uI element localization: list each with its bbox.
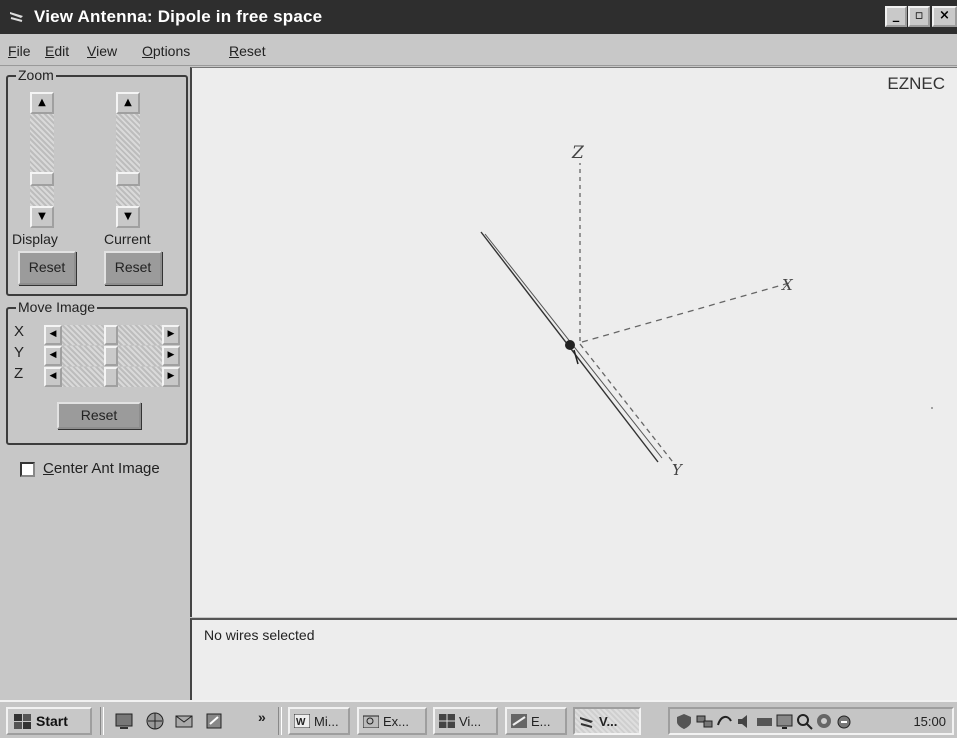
move-x-left-icon[interactable]: ◀	[44, 325, 62, 345]
browser-icon[interactable]	[145, 711, 165, 731]
antenna-plot: Z X Y	[480, 143, 933, 479]
move-y-label: Y	[14, 344, 25, 361]
move-x-thumb[interactable]	[104, 325, 118, 345]
title-bar[interactable]: View Antenna: Dipole in free space _ ▫ ×	[0, 0, 957, 34]
task-button-explorer[interactable]: Ex...	[357, 707, 427, 735]
antivirus-icon[interactable]	[836, 713, 853, 730]
current-zoom-label: Current	[104, 231, 151, 247]
move-x-right-icon[interactable]: ▶	[162, 325, 180, 345]
control-panel: Zoom ▲ ▼ ▲ ▼ Display Current Reset Reset…	[0, 67, 190, 700]
antenna-view-canvas[interactable]: EZNEC Z X Y	[190, 67, 957, 617]
x-axis-line	[581, 282, 790, 343]
taskbar-separator	[100, 707, 104, 735]
task-label: E...	[531, 714, 551, 729]
desktop-icon[interactable]	[114, 711, 134, 731]
channel-icon[interactable]	[204, 711, 224, 731]
status-pane: No wires selected	[190, 618, 957, 700]
center-ant-image-label: Center Ant Image	[43, 460, 160, 477]
current-zoom-reset-button[interactable]: Reset	[104, 251, 162, 285]
move-z-right-icon[interactable]: ▶	[162, 367, 180, 387]
messenger-icon[interactable]	[816, 713, 833, 730]
feed-source-marker	[565, 340, 575, 350]
task-label: Mi...	[314, 714, 339, 729]
system-tray: 15:00	[668, 707, 954, 735]
display-zoom-up-icon[interactable]: ▲	[30, 92, 54, 114]
maximize-button[interactable]: ▫	[908, 6, 930, 27]
network-icon[interactable]	[696, 713, 713, 730]
y-axis-line	[579, 343, 677, 467]
display-zoom-down-icon[interactable]: ▼	[30, 206, 54, 228]
center-ant-image-checkbox[interactable]	[20, 462, 35, 477]
move-y-left-icon[interactable]: ◀	[44, 346, 62, 366]
window-title: View Antenna: Dipole in free space	[34, 7, 323, 26]
move-x-scrollbar[interactable]: ◀ ▶	[44, 325, 180, 345]
task-button-word[interactable]: W Mi...	[288, 707, 350, 735]
canvas-dot	[931, 407, 933, 409]
start-button[interactable]: Start	[6, 707, 92, 735]
task-button-view-antenna[interactable]: V...	[573, 707, 641, 735]
start-label: Start	[36, 713, 68, 729]
current-zoom-scrollbar[interactable]: ▲ ▼	[116, 92, 140, 228]
display-zoom-scrollbar[interactable]: ▲ ▼	[30, 92, 54, 228]
minimize-button[interactable]: _	[885, 6, 907, 27]
menu-options[interactable]: Options	[142, 43, 190, 59]
move-y-scrollbar[interactable]: ◀ ▶	[44, 346, 180, 366]
windows-logo-icon	[14, 714, 31, 729]
current-zoom-thumb[interactable]	[116, 172, 140, 186]
menu-view[interactable]: View	[87, 43, 117, 59]
word-doc-icon: W	[294, 714, 310, 728]
display-zoom-reset-button[interactable]: Reset	[18, 251, 76, 285]
taskbar-separator	[278, 707, 282, 735]
menu-file[interactable]: File	[8, 43, 31, 59]
scheduler-icon[interactable]	[716, 713, 733, 730]
svg-text:W: W	[296, 717, 306, 728]
task-label: V...	[599, 714, 618, 729]
menu-reset[interactable]: Reset	[229, 43, 266, 59]
antenna-app-icon	[10, 12, 23, 22]
antenna-view-window: View Antenna: Dipole in free space _ ▫ ×…	[0, 0, 957, 700]
taskbar-clock: 15:00	[913, 714, 946, 729]
explorer-icon	[363, 715, 379, 728]
display-zoom-label: Display	[12, 231, 58, 247]
status-text: No wires selected	[204, 627, 315, 643]
display-zoom-thumb[interactable]	[30, 172, 54, 186]
taskbar: Start » W Mi... Ex... Vi... E... V... 15…	[0, 700, 957, 738]
y-axis-label: Y	[672, 461, 684, 479]
magnifier-icon[interactable]	[796, 713, 813, 730]
move-z-label: Z	[14, 365, 24, 382]
move-image-legend: Move Image	[16, 299, 98, 315]
zoom-legend: Zoom	[16, 67, 56, 83]
task-label: Vi...	[459, 714, 482, 729]
modem-icon[interactable]	[756, 713, 773, 730]
current-zoom-up-icon[interactable]: ▲	[116, 92, 140, 114]
grid-app-icon	[439, 714, 455, 728]
move-z-thumb[interactable]	[104, 367, 118, 387]
move-x-label: X	[14, 323, 25, 340]
move-y-thumb[interactable]	[104, 346, 118, 366]
current-zoom-down-icon[interactable]: ▼	[116, 206, 140, 228]
x-axis-label: X	[781, 276, 794, 294]
z-axis-label: Z	[571, 143, 585, 163]
move-z-scrollbar[interactable]: ◀ ▶	[44, 367, 180, 387]
antenna-view-icon	[580, 717, 593, 728]
display-settings-icon[interactable]	[776, 713, 793, 730]
quick-launch-more-icon[interactable]: »	[258, 709, 266, 725]
move-image-group: Move Image X ◀ ▶ Y ◀ ▶ Z ◀ ▶ Reset	[6, 299, 188, 445]
eznec-app-icon	[511, 714, 527, 728]
mail-icon[interactable]	[174, 711, 194, 731]
close-button[interactable]: ×	[932, 6, 957, 27]
menu-edit[interactable]: Edit	[45, 43, 69, 59]
task-label: Ex...	[383, 714, 410, 729]
move-z-left-icon[interactable]: ◀	[44, 367, 62, 387]
zoom-group: Zoom ▲ ▼ ▲ ▼ Display Current Reset Reset	[6, 67, 188, 296]
volume-icon[interactable]	[736, 713, 753, 730]
shield-icon[interactable]	[676, 713, 693, 730]
move-y-right-icon[interactable]: ▶	[162, 346, 180, 366]
menu-bar: File Edit View Options Reset	[0, 34, 957, 66]
task-button-vi[interactable]: Vi...	[433, 707, 498, 735]
task-button-eznec[interactable]: E...	[505, 707, 567, 735]
move-image-reset-button[interactable]: Reset	[57, 402, 141, 429]
